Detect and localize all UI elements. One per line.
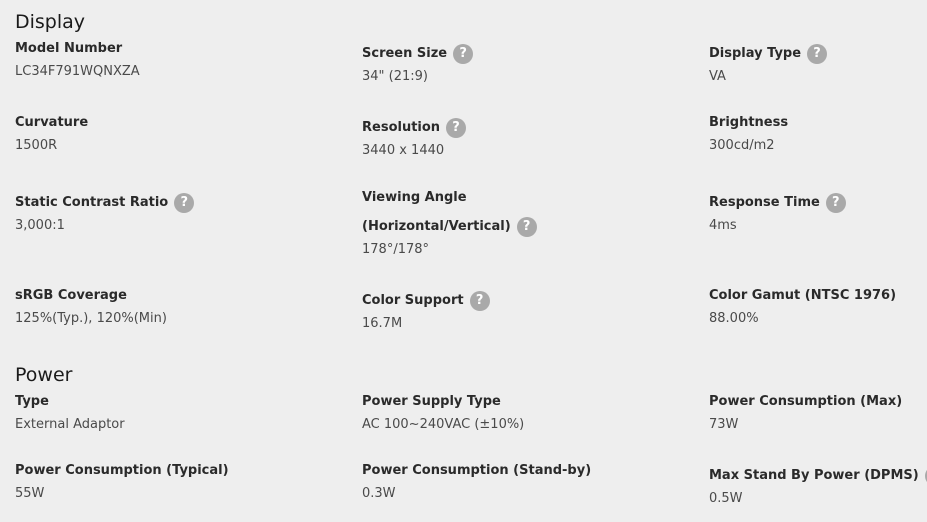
spec-label: Resolution — [362, 120, 441, 135]
spec-viewing-angle: Viewing Angle (Horizontal/Vertical) ? 17… — [362, 187, 662, 260]
spec-label: Display Type — [709, 46, 802, 61]
spec-label: Brightness — [709, 115, 789, 130]
spec-label-line1: Viewing Angle — [362, 190, 467, 205]
spec-value: 55W — [15, 486, 45, 501]
spec-value: 88.00% — [709, 311, 759, 326]
spec-label: Power Consumption (Max) — [709, 394, 903, 409]
spec-label: sRGB Coverage — [15, 288, 127, 303]
spec-value: 0.3W — [362, 486, 396, 501]
spec-value: 125%(Typ.), 120%(Min) — [15, 311, 167, 326]
spec-value: 0.5W — [709, 491, 743, 506]
spec-value: 4ms — [709, 218, 737, 233]
spec-label: Power Consumption (Stand-by) — [362, 463, 592, 478]
spec-label: Type — [15, 394, 49, 409]
spec-label: Power Supply Type — [362, 394, 501, 409]
spec-label: Curvature — [15, 115, 89, 130]
spec-value: 73W — [709, 417, 739, 432]
spec-power-type: Type External Adaptor — [15, 391, 315, 435]
spec-value: LC34F791WQNXZA — [15, 64, 140, 79]
spec-value: 34" (21:9) — [362, 69, 428, 84]
help-icon[interactable]: ? — [516, 217, 537, 237]
help-icon[interactable]: ? — [807, 44, 828, 64]
spec-value: 1500R — [15, 138, 58, 153]
help-icon[interactable]: ? — [453, 44, 474, 64]
spec-max-standby-power: Max Stand By Power (DPMS) ? 0.5W — [709, 465, 927, 509]
spec-power-consumption-standby: Power Consumption (Stand-by) 0.3W — [362, 460, 662, 504]
spec-display-type: Display Type ? VA — [709, 43, 927, 87]
spec-color-gamut: Color Gamut (NTSC 1976) 88.00% — [709, 285, 927, 329]
spec-label: Model Number — [15, 41, 123, 56]
spec-value: External Adaptor — [15, 417, 125, 432]
spec-curvature: Curvature 1500R — [15, 112, 315, 156]
spec-value: 3440 x 1440 — [362, 143, 445, 158]
spec-brightness: Brightness 300cd/m2 — [709, 112, 927, 156]
spec-value: AC 100~240VAC (±10%) — [362, 417, 525, 432]
help-icon[interactable]: ? — [469, 291, 490, 311]
spec-label: Screen Size — [362, 46, 448, 61]
spec-label: Max Stand By Power (DPMS) — [709, 468, 919, 483]
spec-label: Power Consumption (Typical) — [15, 463, 229, 478]
spec-label: Response Time — [709, 195, 820, 210]
spec-value: 16.7M — [362, 316, 403, 331]
spec-resolution: Resolution ? 3440 x 1440 — [362, 117, 662, 161]
help-icon[interactable]: ? — [825, 193, 846, 213]
spec-value: 3,000:1 — [15, 218, 65, 233]
spec-power-consumption-typical: Power Consumption (Typical) 55W — [15, 460, 315, 504]
spec-response-time: Response Time ? 4ms — [709, 192, 927, 236]
spec-power-supply-type: Power Supply Type AC 100~240VAC (±10%) — [362, 391, 662, 435]
spec-srgb-coverage: sRGB Coverage 125%(Typ.), 120%(Min) — [15, 285, 315, 329]
help-icon[interactable]: ? — [174, 193, 195, 213]
spec-model-number: Model Number LC34F791WQNXZA — [15, 38, 315, 82]
help-icon[interactable]: ? — [446, 118, 467, 138]
spec-color-support: Color Support ? 16.7M — [362, 290, 662, 334]
section-title-display: Display — [15, 11, 86, 33]
spec-power-consumption-max: Power Consumption (Max) 73W — [709, 391, 927, 435]
spec-label: Color Support — [362, 293, 464, 308]
spec-label-line2: (Horizontal/Vertical) — [362, 219, 511, 234]
spec-value: 178°/178° — [362, 242, 430, 257]
spec-label: Color Gamut (NTSC 1976) — [709, 288, 897, 303]
spec-static-contrast-ratio: Static Contrast Ratio ? 3,000:1 — [15, 192, 315, 236]
spec-screen-size: Screen Size ? 34" (21:9) — [362, 43, 662, 87]
spec-value: VA — [709, 69, 726, 84]
spec-value: 300cd/m2 — [709, 138, 775, 153]
spec-label: Static Contrast Ratio — [15, 195, 169, 210]
section-title-power: Power — [15, 364, 73, 386]
